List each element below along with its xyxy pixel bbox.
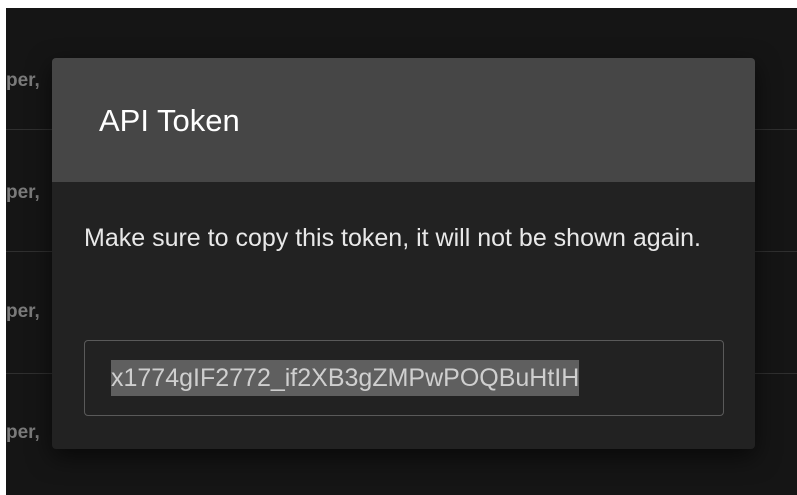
background-item-label: per, xyxy=(6,422,40,443)
background-item-label: per, xyxy=(6,70,40,91)
dialog-header: API Token xyxy=(52,58,755,182)
api-token-value[interactable]: x1774gIF2772_if2XB3gZMPwPOQBuHtIH xyxy=(111,360,580,396)
dialog-message: Make sure to copy this token, it will no… xyxy=(84,224,701,252)
app-window: per, per, per, per, API Token Make sure … xyxy=(0,0,797,495)
dialog-title: API Token xyxy=(99,103,240,138)
page-backdrop: per, per, per, per, API Token Make sure … xyxy=(6,8,797,495)
api-token-field[interactable]: x1774gIF2772_if2XB3gZMPwPOQBuHtIH xyxy=(84,340,724,416)
api-token-dialog: API Token Make sure to copy this token, … xyxy=(52,58,755,449)
background-item-label: per, xyxy=(6,301,40,322)
background-item-label: per, xyxy=(6,182,40,203)
